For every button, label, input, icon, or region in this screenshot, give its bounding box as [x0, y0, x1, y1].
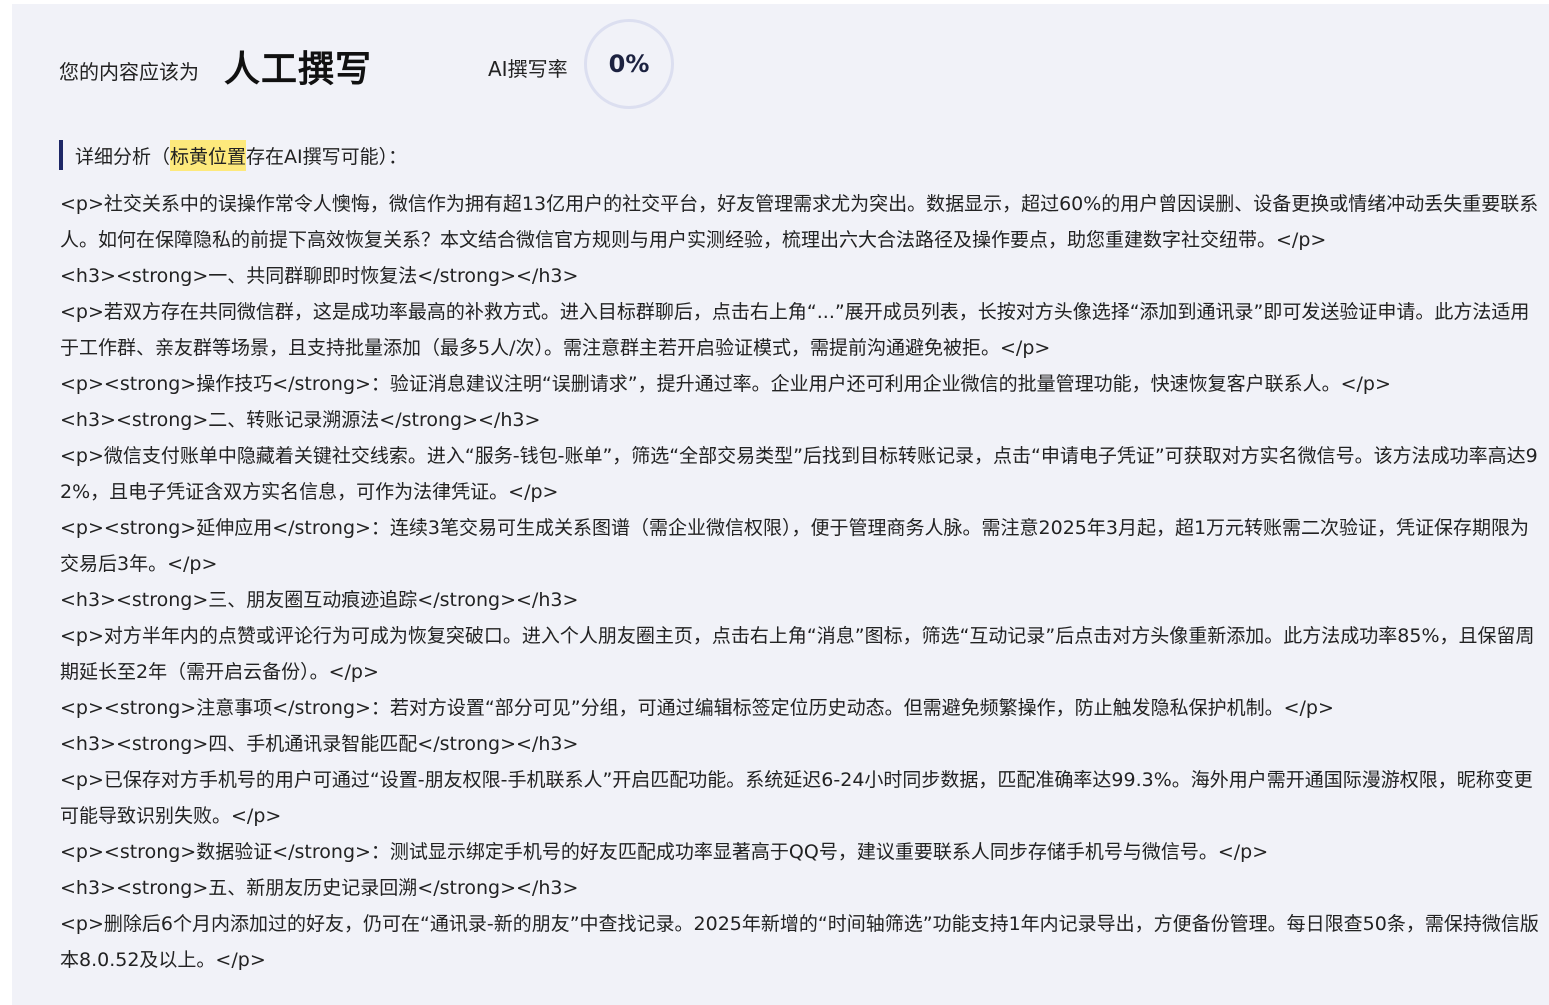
content-line: <h3><strong>四、手机通讯录智能匹配</strong></h3>: [60, 733, 579, 755]
analysis-heading: 详细分析（ 标黄位置 存在AI撰写可能）：: [59, 139, 408, 171]
content-line: <h3><strong>三、朋友圈互动痕迹追踪</strong></h3>: [60, 589, 579, 611]
heading-accent-bar: [59, 140, 63, 170]
content-line: <p><strong>数据验证</strong>：测试显示绑定手机号的好友匹配成…: [60, 841, 1269, 863]
content-line: <p>微信支付账单中隐藏着关键社交线索。进入“服务-钱包-账单”，筛选“全部交易…: [60, 445, 1538, 503]
content-line: <h3><strong>二、转账记录溯源法</strong></h3>: [60, 409, 541, 431]
content-line: <p>社交关系中的误操作常令人懊悔，微信作为拥有超13亿用户的社交平台，好友管理…: [60, 193, 1539, 251]
result-header: 您的内容应该为 人工撰写 AI撰写率 0%: [12, 4, 1549, 124]
analysis-content: <p>社交关系中的误操作常令人懊悔，微信作为拥有超13亿用户的社交平台，好友管理…: [60, 186, 1544, 978]
content-line: <p><strong>延伸应用</strong>：连续3笔交易可生成关系图谱（需…: [60, 517, 1530, 575]
ai-rate-label: AI撰写率: [488, 57, 568, 81]
verdict-prefix: 您的内容应该为: [59, 60, 199, 84]
content-line: <p>删除后6个月内添加过的好友，仍可在“通讯录-新的朋友”中查找记录。2025…: [60, 913, 1539, 971]
content-line: <p><strong>注意事项</strong>：若对方设置“部分可见”分组，可…: [60, 697, 1334, 719]
content-line: <h3><strong>一、共同群聊即时恢复法</strong></h3>: [60, 265, 579, 287]
ai-rate-value: 0%: [608, 50, 650, 78]
content-line: <p>对方半年内的点赞或评论行为可成为恢复突破口。进入个人朋友圈主页，点击右上角…: [60, 625, 1535, 683]
ai-rate-ring: 0%: [584, 19, 674, 109]
content-line: <p>已保存对方手机号的用户可通过“设置-朋友权限-手机联系人”开启匹配功能。系…: [60, 769, 1533, 827]
result-panel: 您的内容应该为 人工撰写 AI撰写率 0% 详细分析（ 标黄位置 存在AI撰写可能）…: [12, 4, 1549, 1005]
analysis-title-post: 存在AI撰写可能）：: [246, 145, 408, 168]
analysis-title-highlight: 标黄位置: [170, 139, 247, 171]
content-line: <p><strong>操作技巧</strong>：验证消息建议注明“误删请求”，…: [60, 373, 1391, 395]
analysis-title-pre: 详细分析（: [75, 145, 171, 168]
content-line: <p>若双方存在共同微信群，这是成功率最高的补救方式。进入目标群聊后，点击右上角…: [60, 301, 1530, 359]
verdict-label: 人工撰写: [224, 49, 373, 90]
content-line: <h3><strong>五、新朋友历史记录回溯</strong></h3>: [60, 877, 579, 899]
